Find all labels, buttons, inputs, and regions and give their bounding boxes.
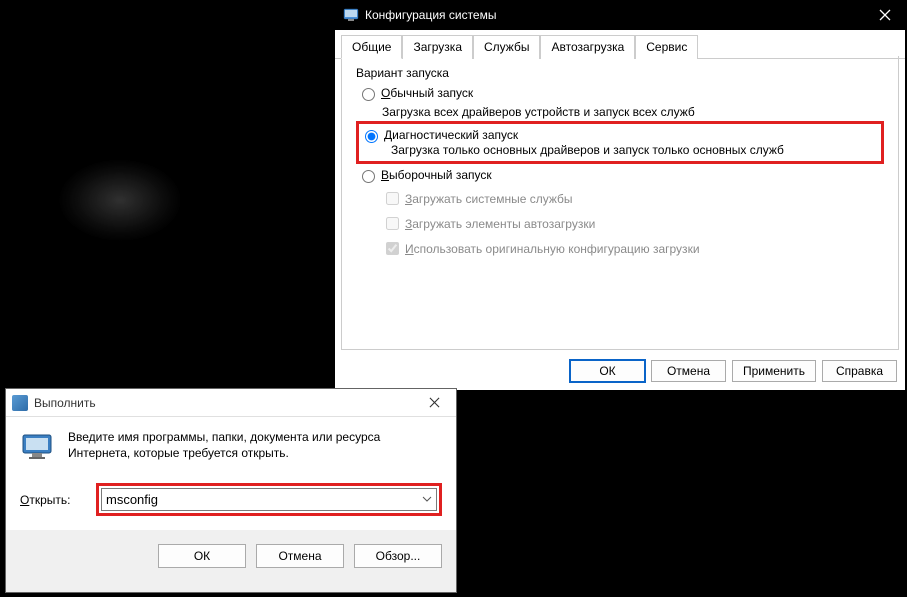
checkbox-load-startup: Загружать элементы автозагрузки	[382, 214, 884, 233]
highlight-open-field: msconfig	[96, 483, 442, 516]
chevron-down-icon[interactable]	[422, 494, 432, 505]
run-dialog: Выполнить Введите имя программы, папки, …	[5, 388, 457, 593]
run-browse-button[interactable]: Обзор...	[354, 544, 442, 568]
run-ok-button[interactable]: ОК	[158, 544, 246, 568]
open-value: msconfig	[106, 492, 158, 507]
radio-diagnostic-label: Диагностический запуск	[384, 128, 518, 142]
run-button-row: ОК Отмена Обзор...	[6, 530, 456, 582]
msconfig-window: Конфигурация системы Общие Загрузка Служ…	[335, 0, 905, 390]
tab-strip: Общие Загрузка Службы Автозагрузка Серви…	[335, 30, 905, 59]
radio-diagnostic-desc: Загрузка только основных драйверов и зап…	[391, 143, 875, 157]
radio-selective-input[interactable]	[362, 170, 375, 183]
msconfig-button-row: ОК Отмена Применить Справка	[570, 360, 897, 382]
radio-normal-label: Обычный запуск	[381, 86, 473, 100]
radio-normal-startup[interactable]: Обычный запуск	[362, 86, 884, 101]
tab-content-general: Вариант запуска Обычный запуск Загрузка …	[341, 56, 899, 350]
run-cancel-button[interactable]: Отмена	[256, 544, 344, 568]
run-close-icon[interactable]	[418, 393, 450, 413]
cancel-button[interactable]: Отмена	[651, 360, 726, 382]
run-open-row: Открыть: msconfig	[6, 479, 456, 530]
checkbox-load-startup-input	[386, 217, 399, 230]
startup-selection-label: Вариант запуска	[356, 66, 884, 80]
radio-diagnostic-input[interactable]	[365, 130, 378, 143]
desktop-background	[0, 0, 340, 390]
checkbox-original-boot-input	[386, 242, 399, 255]
run-icon	[20, 429, 54, 463]
radio-normal-input[interactable]	[362, 88, 375, 101]
radio-selective-label: Выборочный запуск	[381, 168, 492, 182]
tab-general[interactable]: Общие	[341, 35, 402, 59]
highlight-diagnostic: Диагностический запуск Загрузка только о…	[356, 121, 884, 164]
radio-selective-startup[interactable]: Выборочный запуск	[362, 168, 884, 183]
apply-button[interactable]: Применить	[732, 360, 816, 382]
msconfig-title: Конфигурация системы	[365, 8, 865, 22]
radio-normal-desc: Загрузка всех драйверов устройств и запу…	[382, 105, 884, 119]
checkbox-original-boot: Использовать оригинальную конфигурацию з…	[382, 239, 884, 258]
checkbox-load-services-input	[386, 192, 399, 205]
selective-sub-options: Загружать системные службы Загружать эле…	[382, 189, 884, 258]
checkbox-load-services: Загружать системные службы	[382, 189, 884, 208]
msconfig-titlebar[interactable]: Конфигурация системы	[335, 0, 905, 30]
run-titlebar[interactable]: Выполнить	[6, 389, 456, 417]
open-label: Открыть:	[20, 493, 82, 507]
run-body: Введите имя программы, папки, документа …	[6, 417, 456, 479]
help-button[interactable]: Справка	[822, 360, 897, 382]
ok-button[interactable]: ОК	[570, 360, 645, 382]
run-title: Выполнить	[34, 396, 418, 410]
run-description: Введите имя программы, папки, документа …	[68, 429, 442, 463]
run-titlebar-icon	[12, 395, 28, 411]
open-combobox[interactable]: msconfig	[101, 488, 437, 511]
close-icon[interactable]	[865, 0, 905, 30]
radio-diagnostic-startup[interactable]: Диагностический запуск	[365, 128, 875, 143]
msconfig-icon	[343, 7, 359, 23]
